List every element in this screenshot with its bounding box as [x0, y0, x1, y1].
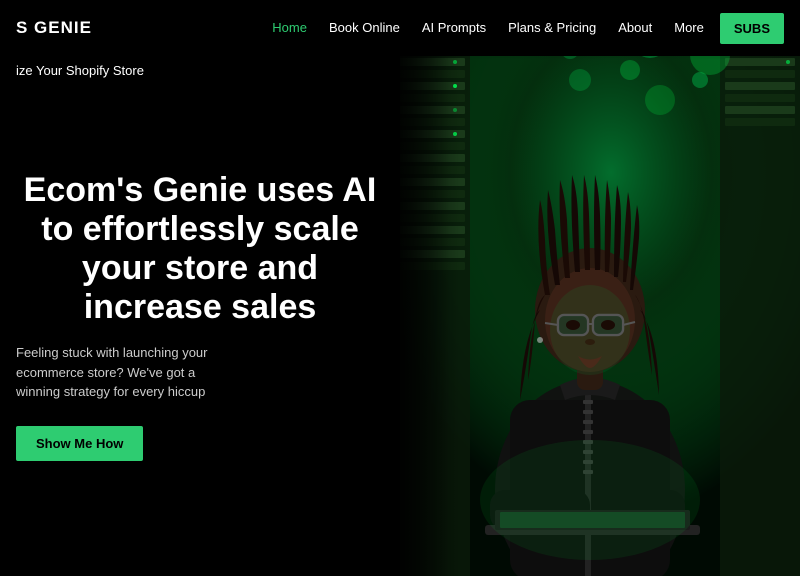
hero-image-container [380, 0, 800, 576]
left-panel: Ecom's Genie uses AI to effortlessly sca… [0, 56, 400, 576]
nav-item-prompts[interactable]: AI Prompts [414, 19, 494, 37]
nav-item-pricing[interactable]: Plans & Pricing [500, 19, 604, 37]
nav-link-about[interactable]: About [610, 16, 660, 39]
subtitle-text: ize Your Shopify Store [16, 63, 144, 78]
hero-subtext: Feeling stuck with launching your ecomme… [16, 343, 236, 402]
nav-link-prompts[interactable]: AI Prompts [414, 16, 494, 39]
nav-link-home[interactable]: Home [264, 16, 315, 39]
nav-links: Home Book Online AI Prompts Plans & Pric… [264, 19, 712, 37]
nav-item-about[interactable]: About [610, 19, 660, 37]
subscribe-button[interactable]: SUBS [720, 13, 784, 44]
nav-item-home[interactable]: Home [264, 19, 315, 37]
main-content: Ecom's Genie uses AI to effortlessly sca… [0, 0, 800, 576]
cta-button[interactable]: Show Me How [16, 426, 143, 461]
nav-link-book[interactable]: Book Online [321, 16, 408, 39]
subtitle-strip: ize Your Shopify Store [0, 56, 400, 86]
nav-item-book[interactable]: Book Online [321, 19, 408, 37]
hero-image-panel [380, 0, 800, 576]
site-logo: S GENIE [16, 18, 92, 38]
navbar: S GENIE Home Book Online AI Prompts Plan… [0, 0, 800, 56]
hero-headline: Ecom's Genie uses AI to effortlessly sca… [16, 171, 384, 327]
nav-link-more[interactable]: More [666, 16, 712, 39]
nav-item-more[interactable]: More [666, 19, 712, 37]
nav-link-pricing[interactable]: Plans & Pricing [500, 16, 604, 39]
